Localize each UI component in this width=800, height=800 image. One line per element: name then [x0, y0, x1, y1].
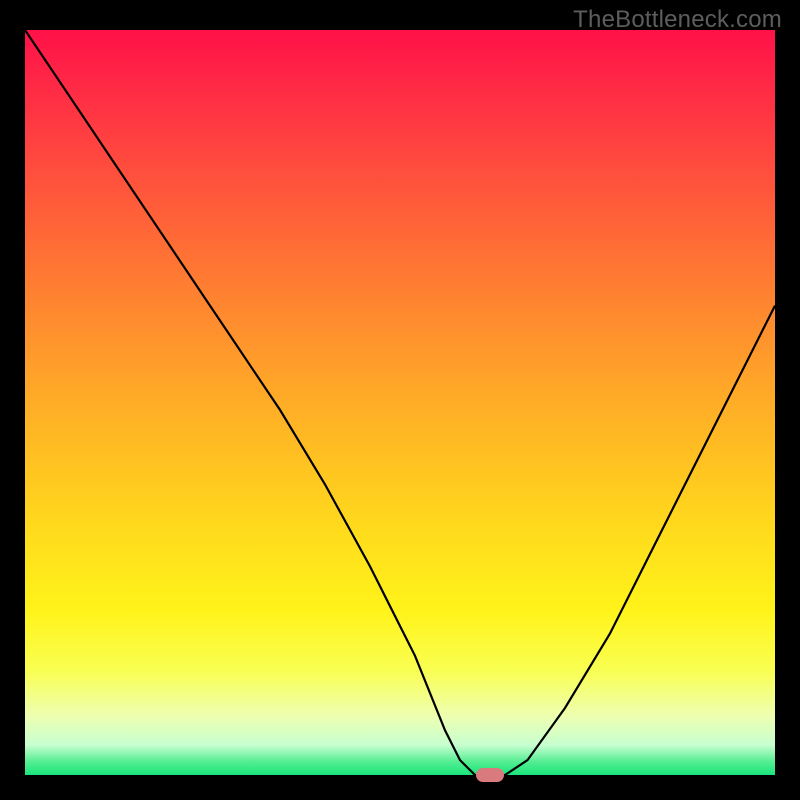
- chart-frame: TheBottleneck.com: [0, 0, 800, 800]
- optimal-marker: [476, 768, 504, 782]
- bottleneck-curve: [25, 30, 775, 775]
